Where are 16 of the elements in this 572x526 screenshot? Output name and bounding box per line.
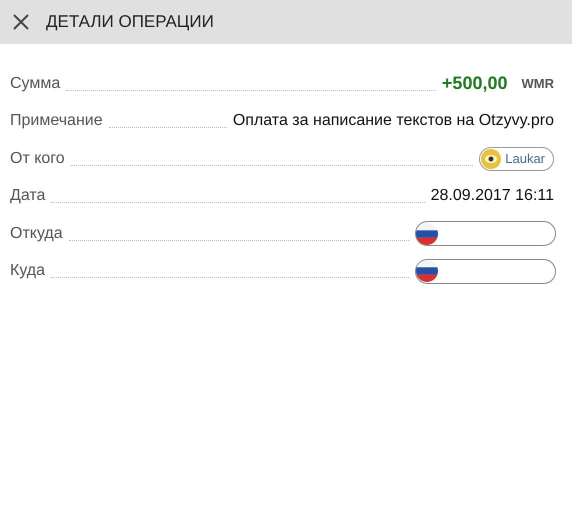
field-label: Примечание	[10, 111, 103, 132]
close-icon[interactable]	[12, 13, 30, 31]
flag-icon	[416, 260, 438, 282]
field-value: Оплата за написание текстов на Otzyvy.pro	[232, 111, 554, 132]
field-label: От кого	[10, 148, 65, 169]
field-value: 28.09.2017 16:11	[430, 186, 554, 206]
field-label: Дата	[10, 186, 46, 206]
field-label: Куда	[10, 261, 46, 282]
field-label: Откуда	[10, 224, 63, 244]
flag-icon	[416, 222, 438, 245]
amount-value: +500,00	[442, 72, 508, 96]
avatar-icon	[481, 148, 502, 169]
field-label: Сумма	[10, 74, 60, 94]
user-chip[interactable]: Laukar	[479, 146, 554, 171]
currency-label: WMR	[522, 75, 554, 93]
window-title: ДЕТАЛИ ОПЕРАЦИИ	[46, 11, 214, 34]
